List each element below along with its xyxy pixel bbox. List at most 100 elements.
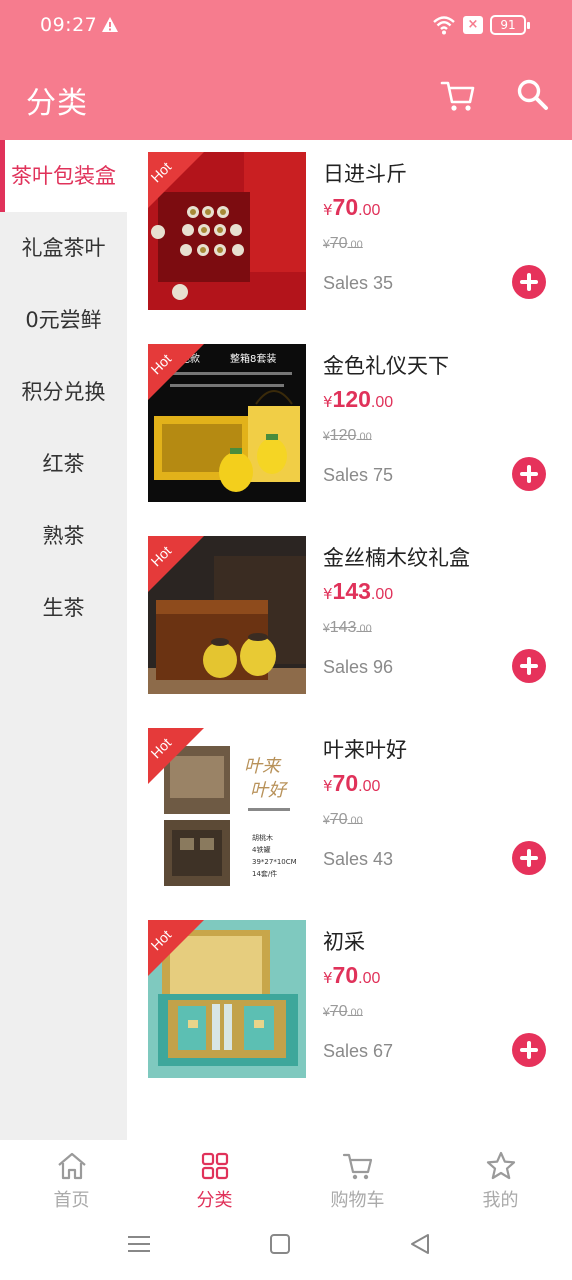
nav-mine[interactable]: 我的 — [429, 1140, 572, 1222]
cart-icon — [342, 1153, 373, 1180]
orig-integer: 70 — [329, 1003, 348, 1020]
product-image[interactable]: Hot — [148, 536, 306, 694]
price-integer: 70 — [332, 770, 359, 796]
product-image[interactable]: Hot — [148, 920, 306, 1078]
product-price: ¥70.00 — [323, 194, 380, 221]
product-card[interactable]: Hot 初采 ¥70.00 ¥70.00 Sales 67 — [127, 908, 572, 1100]
orig-integer: 70 — [329, 811, 348, 828]
product-card[interactable]: 叶来 叶好 胡桃木 4铁罐 39*27*10CM 14套/件 Hot 叶来叶好 … — [127, 716, 572, 908]
sidebar-item-black-tea[interactable]: 红茶 — [0, 428, 127, 500]
orig-decimal: .00 — [347, 815, 363, 827]
product-price: ¥70.00 — [323, 770, 380, 797]
product-card[interactable]: Hot 日进斗斤 ¥70.00 ¥70.00 Sales 35 — [127, 140, 572, 332]
original-price: ¥70.00 — [323, 235, 363, 253]
status-time: 09:27 — [40, 14, 98, 36]
orig-currency: ¥ — [323, 621, 330, 635]
battery-icon: 91 — [490, 15, 530, 35]
product-image[interactable]: 叶来 叶好 胡桃木 4铁罐 39*27*10CM 14套/件 Hot — [148, 728, 306, 886]
orig-decimal: .00 — [356, 623, 372, 635]
sidebar-item-gift-tea[interactable]: 礼盒茶叶 — [0, 212, 127, 284]
price-decimal: .00 — [358, 970, 381, 987]
system-nav-bar — [0, 1222, 572, 1280]
sales-count: Sales 96 — [323, 657, 394, 677]
sales-count: Sales 67 — [323, 1041, 394, 1061]
original-price: ¥70.00 — [323, 1003, 363, 1021]
home-button-icon[interactable] — [270, 1234, 290, 1254]
sidebar-item-free-trial[interactable]: 0元尝鲜 — [0, 284, 127, 356]
price-currency: ¥ — [323, 777, 333, 795]
nav-mine-label: 我的 — [482, 1190, 519, 1211]
orig-decimal: .00 — [347, 1007, 363, 1019]
price-decimal: .00 — [358, 778, 381, 795]
sidebar-item-tea-box[interactable]: 茶叶包装盒 — [0, 140, 127, 212]
sales-count: Sales 75 — [323, 465, 394, 485]
orig-decimal: .00 — [347, 239, 363, 251]
product-name: 金丝楠木纹礼盒 — [323, 546, 470, 570]
nav-cart[interactable]: 购物车 — [286, 1140, 429, 1222]
image-spec-2: 4铁罐 — [252, 845, 270, 854]
image-spec-3: 39*27*10CM — [252, 858, 297, 866]
sidebar-item-ripe-tea[interactable]: 熟茶 — [0, 500, 127, 572]
add-to-cart-button[interactable] — [512, 649, 546, 683]
orig-currency: ¥ — [323, 429, 330, 443]
orig-currency: ¥ — [323, 813, 330, 827]
price-integer: 70 — [332, 194, 359, 220]
orig-integer: 143 — [329, 619, 357, 636]
product-name: 金色礼仪天下 — [323, 354, 449, 378]
price-decimal: .00 — [370, 394, 394, 411]
nav-category-label: 分类 — [196, 1190, 233, 1211]
sidebar-item-raw-tea[interactable]: 生茶 — [0, 572, 127, 644]
product-card[interactable]: Hot 金丝楠木纹礼盒 ¥143.00 ¥143.00 Sales 96 — [127, 524, 572, 716]
orig-currency: ¥ — [323, 1005, 330, 1019]
price-decimal: .00 — [370, 586, 394, 603]
sales-count: Sales 35 — [323, 273, 394, 293]
image-spec-4: 14套/件 — [252, 869, 277, 878]
product-image[interactable]: 金色款 整箱8套装 Hot — [148, 344, 306, 502]
back-icon[interactable] — [408, 1232, 432, 1256]
price-currency: ¥ — [323, 969, 333, 987]
original-price: ¥143.00 — [323, 619, 372, 637]
price-integer: 120 — [332, 386, 371, 412]
price-currency: ¥ — [323, 585, 333, 603]
wifi-icon — [433, 16, 455, 35]
image-caption-2: 整箱8套装 — [230, 352, 276, 365]
app-header: 09:27 × 91 分类 — [0, 0, 572, 140]
product-price: ¥143.00 — [323, 578, 393, 605]
add-to-cart-button[interactable] — [512, 457, 546, 491]
nav-home-label: 首页 — [53, 1190, 90, 1211]
sidebar-item-points[interactable]: 积分兑换 — [0, 356, 127, 428]
original-price: ¥120.00 — [323, 427, 372, 445]
orig-currency: ¥ — [323, 237, 330, 251]
product-image[interactable]: Hot — [148, 152, 306, 310]
product-name: 日进斗斤 — [323, 162, 407, 186]
cart-icon[interactable] — [440, 78, 476, 114]
search-icon[interactable] — [516, 78, 550, 112]
price-integer: 70 — [332, 962, 359, 988]
product-name: 叶来叶好 — [323, 738, 407, 762]
price-currency: ¥ — [323, 201, 333, 219]
nav-home[interactable]: 首页 — [0, 1140, 143, 1222]
orig-integer: 70 — [329, 235, 348, 252]
product-name: 初采 — [323, 930, 365, 954]
add-to-cart-button[interactable] — [512, 841, 546, 875]
price-decimal: .00 — [358, 202, 381, 219]
add-to-cart-button[interactable] — [512, 265, 546, 299]
price-currency: ¥ — [323, 393, 333, 411]
sim-off-icon: × — [463, 16, 483, 34]
nav-category[interactable]: 分类 — [143, 1140, 286, 1222]
image-title-2: 叶好 — [250, 780, 289, 801]
nav-cart-label: 购物车 — [330, 1190, 385, 1211]
menu-icon[interactable] — [128, 1234, 150, 1254]
product-price: ¥120.00 — [323, 386, 393, 413]
image-spec-1: 胡桃木 — [252, 833, 273, 842]
orig-decimal: .00 — [356, 431, 372, 443]
product-price: ¥70.00 — [323, 962, 380, 989]
add-to-cart-button[interactable] — [512, 1033, 546, 1067]
star-icon — [486, 1151, 516, 1180]
page-title: 分类 — [26, 86, 88, 121]
price-integer: 143 — [332, 578, 371, 604]
status-bar: 09:27 × 91 — [0, 0, 572, 52]
product-card[interactable]: 金色款 整箱8套装 Hot 金色礼仪天下 ¥120.00 ¥120.00 Sal… — [127, 332, 572, 524]
bottom-nav: 首页 分类 购物车 我的 — [0, 1140, 572, 1222]
home-icon — [58, 1152, 86, 1180]
